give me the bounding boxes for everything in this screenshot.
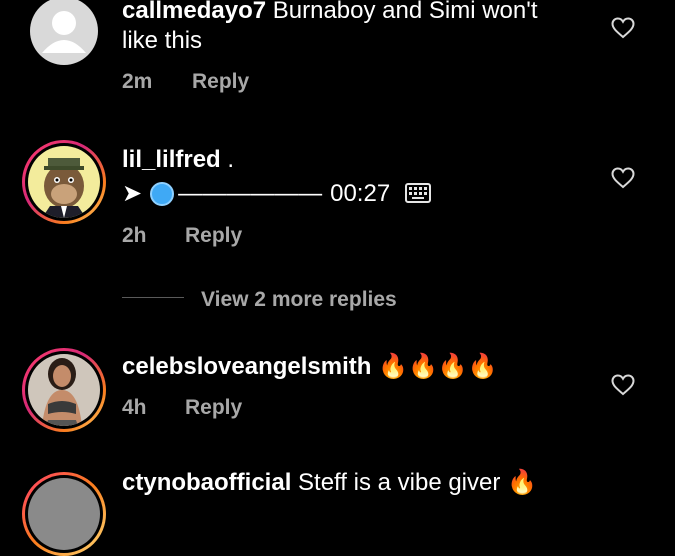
avatar-story-ring[interactable]	[22, 348, 106, 432]
view-more-replies-button[interactable]: View 2 more replies	[201, 288, 397, 312]
comment-text: celebsloveangelsmith 🔥🔥🔥🔥	[122, 352, 498, 382]
username[interactable]: callmedayo7	[122, 0, 266, 24]
timestamp: 2h	[122, 224, 147, 247]
ape-avatar-image	[28, 146, 100, 218]
comment-header: lil_lilfred .	[122, 145, 234, 175]
timestamp: 4h	[122, 396, 147, 419]
profile-photo-image	[28, 354, 100, 426]
heart-icon[interactable]	[611, 17, 635, 39]
username[interactable]: celebsloveangelsmith	[122, 353, 371, 380]
voice-message[interactable]: ➤ —————— 00:27	[122, 179, 390, 209]
avatar	[28, 354, 100, 426]
fire-emojis: 🔥🔥🔥🔥	[378, 353, 498, 380]
comment-body: Steff is a vibe giver	[298, 469, 501, 496]
default-avatar-icon	[42, 11, 86, 53]
voice-duration: 00:27	[330, 180, 391, 207]
reply-button[interactable]: Reply	[185, 396, 242, 420]
timestamp: 2m	[122, 70, 153, 93]
replies-divider	[122, 297, 184, 298]
avatar	[28, 146, 100, 218]
fire-emoji: 🔥	[507, 469, 537, 496]
reply-button[interactable]: Reply	[185, 224, 242, 248]
comment-body: Burnaboy and Simi won't	[272, 0, 538, 24]
username[interactable]: lil_lilfred	[122, 146, 221, 173]
avatar	[28, 478, 100, 550]
avatar[interactable]	[30, 0, 98, 65]
avatar-story-ring[interactable]	[22, 140, 106, 224]
play-arrow-icon: ➤	[122, 180, 143, 207]
username[interactable]: ctynobaofficial	[122, 469, 291, 496]
heart-icon[interactable]	[611, 374, 635, 396]
comment-text: callmedayo7 Burnaboy and Simi won't	[122, 0, 538, 26]
heart-icon[interactable]	[611, 167, 635, 189]
comment-body-continued: like this	[122, 27, 203, 54]
keyboard-icon	[405, 183, 431, 203]
username-suffix: .	[227, 146, 235, 173]
reply-button[interactable]: Reply	[192, 70, 249, 94]
voice-progress-line: ——————	[178, 180, 323, 207]
blue-circle-icon	[150, 182, 175, 206]
comment-text: ctynobaofficial Steff is a vibe giver 🔥	[122, 468, 537, 498]
